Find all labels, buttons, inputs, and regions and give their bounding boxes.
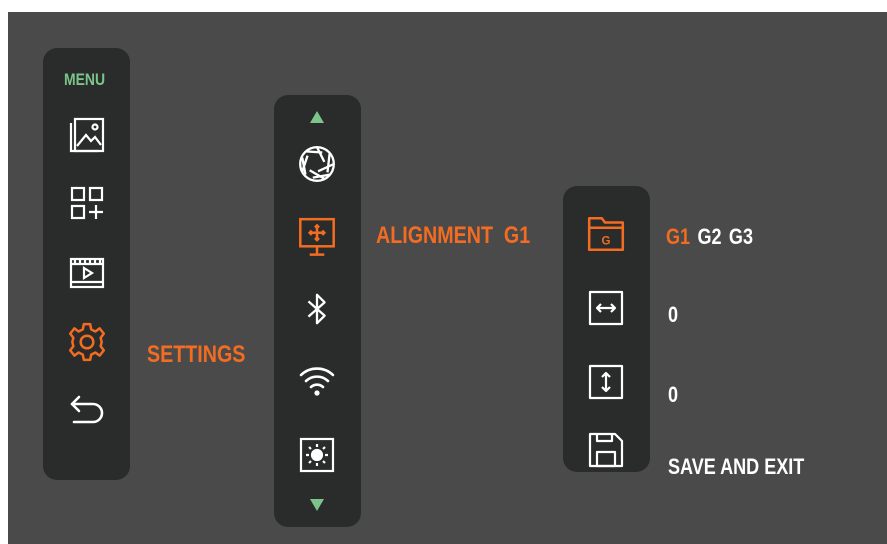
- gallery-icon[interactable]: [67, 115, 107, 155]
- device-screen: MENU SETTINGS ALIGNMENT G1 G G1 G2 G3 0 …: [8, 12, 887, 544]
- gear-icon[interactable]: [66, 321, 108, 363]
- settings-menu-panel: [274, 95, 361, 527]
- back-icon[interactable]: [67, 391, 107, 431]
- brightness-icon[interactable]: [297, 435, 337, 475]
- profile-selector: G1 G2 G3: [666, 224, 760, 250]
- bluetooth-icon[interactable]: [298, 289, 336, 329]
- horizontal-adjust-icon[interactable]: [586, 288, 626, 328]
- profile-option-g3[interactable]: G3: [729, 224, 753, 250]
- wifi-icon[interactable]: [296, 361, 338, 401]
- profile-folder-icon[interactable]: G: [585, 214, 627, 254]
- alignment-icon[interactable]: [296, 215, 338, 263]
- scroll-up-icon[interactable]: [310, 111, 324, 123]
- save-and-exit-label[interactable]: SAVE AND EXIT: [668, 454, 804, 480]
- main-menu-panel: MENU: [43, 48, 130, 480]
- profile-option-g1[interactable]: G1: [666, 224, 690, 250]
- vertical-value: 0: [668, 382, 679, 407]
- profile-folder-letter: G: [602, 236, 611, 248]
- main-menu-selected-label: SETTINGS: [147, 341, 246, 368]
- alignment-panel: G: [563, 186, 650, 472]
- scroll-down-icon[interactable]: [310, 499, 324, 511]
- add-widget-icon[interactable]: [67, 183, 107, 223]
- profile-option-g2[interactable]: G2: [697, 224, 721, 250]
- settings-selected-label: ALIGNMENT G1: [376, 222, 531, 249]
- vertical-adjust-icon[interactable]: [586, 362, 626, 402]
- save-icon[interactable]: [586, 430, 626, 470]
- horizontal-value: 0: [668, 302, 679, 327]
- video-icon[interactable]: [67, 253, 107, 293]
- aperture-icon[interactable]: [296, 143, 338, 185]
- menu-title: MENU: [64, 70, 106, 89]
